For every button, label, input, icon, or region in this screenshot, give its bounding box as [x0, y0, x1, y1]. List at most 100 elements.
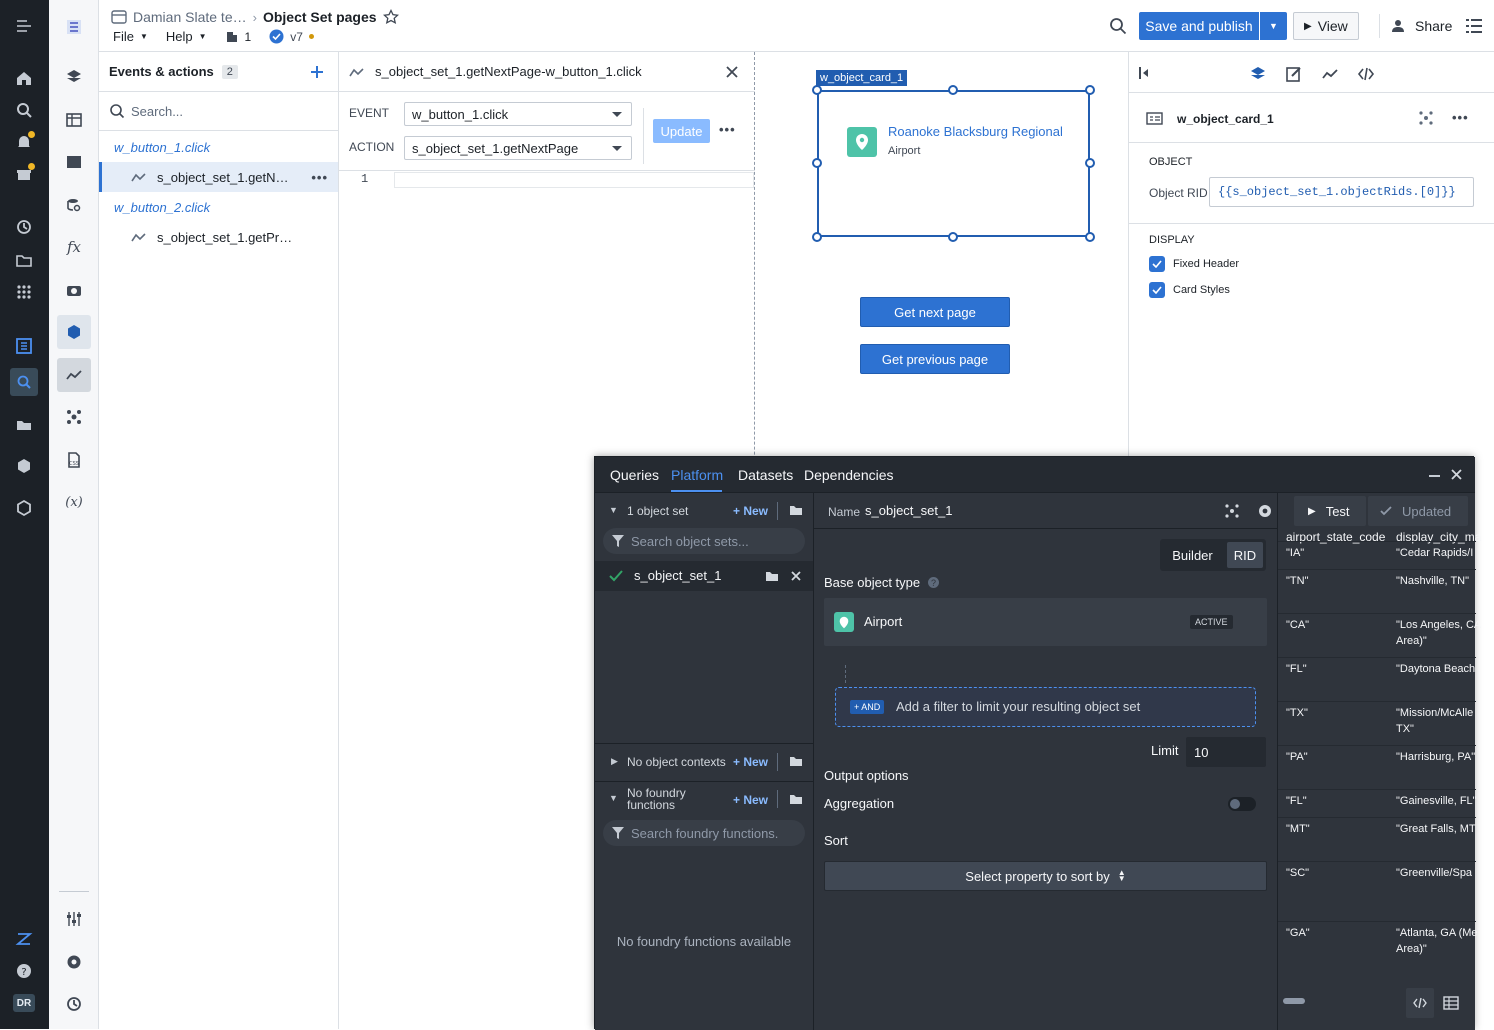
- layers-icon[interactable]: [1249, 65, 1267, 83]
- page-title[interactable]: Object Set pages: [263, 9, 377, 25]
- column-header[interactable]: airport_state_code: [1286, 529, 1385, 545]
- tab-queries[interactable]: Queries: [610, 467, 659, 483]
- widget-type-icon[interactable]: [1224, 503, 1240, 519]
- object-card-widget[interactable]: Roanoke Blacksburg Regional Airport: [817, 90, 1090, 237]
- column-header[interactable]: display_city_ma: [1396, 529, 1481, 545]
- apps-gift-icon[interactable]: [10, 160, 38, 188]
- events-icon[interactable]: [57, 358, 91, 392]
- spreadsheet-icon[interactable]: [57, 145, 91, 179]
- save-publish-button[interactable]: Save and publish: [1139, 12, 1259, 40]
- camera-icon[interactable]: [57, 273, 91, 307]
- test-button[interactable]: ▶ Test: [1294, 496, 1366, 526]
- sort-property-select[interactable]: Select property to sort by ▲ ▼: [824, 861, 1267, 891]
- resize-handle[interactable]: [812, 85, 822, 95]
- user-avatar[interactable]: DR: [13, 994, 35, 1012]
- breadcrumb-parent[interactable]: Damian Slate te…: [133, 9, 247, 25]
- new-object-set-button[interactable]: + New: [733, 504, 768, 518]
- add-event-plus-icon[interactable]: [310, 65, 324, 79]
- list-menu-icon[interactable]: [1465, 17, 1483, 35]
- card-styles-checkbox[interactable]: Card Styles: [1149, 282, 1230, 298]
- variables-icon[interactable]: (x): [57, 485, 91, 519]
- resize-handle[interactable]: [812, 232, 822, 242]
- folder-icon[interactable]: [789, 755, 803, 767]
- collapse-panel-icon[interactable]: [1139, 66, 1151, 80]
- expand-caret-icon[interactable]: ▶: [611, 756, 618, 767]
- menu-icon[interactable]: [10, 12, 38, 40]
- settings-gear-icon[interactable]: [1257, 503, 1273, 519]
- aggregation-toggle[interactable]: [1228, 797, 1256, 811]
- object-set-name-input[interactable]: s_object_set_1: [865, 503, 952, 518]
- folder-star-icon[interactable]: [10, 410, 38, 438]
- new-object-context-button[interactable]: + New: [733, 755, 768, 769]
- tab-datasets[interactable]: Datasets: [738, 467, 793, 483]
- resize-handle[interactable]: [1085, 232, 1095, 242]
- close-icon[interactable]: [726, 66, 738, 78]
- minimize-icon[interactable]: [1429, 475, 1440, 477]
- base-object-type-selector[interactable]: Airport ACTIVE: [824, 598, 1267, 646]
- widget-name[interactable]: w_object_card_1: [1177, 112, 1274, 126]
- pages-indicator[interactable]: 1: [225, 30, 251, 44]
- resize-handle[interactable]: [948, 85, 958, 95]
- folder-icon[interactable]: [789, 793, 803, 805]
- table-icon[interactable]: [57, 103, 91, 137]
- object-rid-input[interactable]: {{s_object_set_1.objectRids.[0]}}: [1209, 177, 1474, 207]
- search-functions-input[interactable]: Search foundry functions.: [603, 820, 805, 846]
- info-icon[interactable]: ?: [928, 577, 939, 588]
- builder-mode-button[interactable]: Builder: [1160, 539, 1225, 571]
- version-indicator[interactable]: v7: [269, 29, 314, 44]
- collapse-caret-icon[interactable]: ▼: [609, 505, 618, 515]
- workspace-logo-icon[interactable]: [10, 925, 38, 953]
- view-button[interactable]: ▶ View: [1293, 12, 1359, 40]
- object-set-row[interactable]: s_object_set_1: [595, 561, 813, 591]
- more-options-icon[interactable]: •••: [1452, 110, 1469, 125]
- event-group-button1[interactable]: w_button_1.click: [114, 140, 210, 155]
- event-group-button2[interactable]: w_button_2.click: [114, 200, 210, 215]
- object-explorer-icon[interactable]: [10, 368, 38, 396]
- grid-icon[interactable]: [10, 278, 38, 306]
- tab-dependencies[interactable]: Dependencies: [804, 467, 894, 483]
- add-filter-dropzone[interactable]: + AND Add a filter to limit your resulti…: [835, 687, 1256, 727]
- more-options-icon[interactable]: •••: [719, 122, 736, 137]
- notifications-icon[interactable]: [10, 128, 38, 156]
- resize-handle[interactable]: [1085, 158, 1095, 168]
- share-button[interactable]: Share: [1392, 18, 1452, 34]
- resize-handle[interactable]: [948, 232, 958, 242]
- event-action-item[interactable]: s_object_set_1.getN… •••: [99, 162, 338, 192]
- help-menu[interactable]: Help ▼: [166, 29, 207, 44]
- code-icon[interactable]: [1357, 65, 1375, 83]
- file-menu[interactable]: File ▼: [113, 29, 148, 44]
- edit-icon[interactable]: [1285, 65, 1303, 83]
- limit-input[interactable]: 10: [1186, 737, 1266, 767]
- functions-icon[interactable]: fx: [57, 230, 91, 264]
- save-options-caret-icon[interactable]: ▼: [1260, 12, 1287, 40]
- collapse-caret-icon[interactable]: ▼: [609, 793, 618, 803]
- slate-logo-icon[interactable]: [57, 10, 91, 44]
- code-view-button[interactable]: [1406, 988, 1434, 1018]
- search-icon[interactable]: [1109, 17, 1127, 35]
- code-editor[interactable]: [394, 172, 754, 188]
- widget-type-icon[interactable]: [1418, 110, 1434, 126]
- get-previous-page-button[interactable]: Get previous page: [860, 344, 1010, 374]
- css-file-icon[interactable]: CSS: [57, 443, 91, 477]
- search-object-sets-input[interactable]: Search object sets...: [603, 528, 805, 554]
- card-title[interactable]: Roanoke Blacksburg Regional: [888, 124, 1063, 139]
- tab-platform[interactable]: Platform: [671, 467, 723, 483]
- events-search[interactable]: Search...: [99, 91, 338, 131]
- rid-mode-button[interactable]: RID: [1227, 542, 1263, 568]
- cube-alt-icon[interactable]: [10, 494, 38, 522]
- widgets-icon[interactable]: [57, 400, 91, 434]
- fixed-header-checkbox[interactable]: Fixed Header: [1149, 256, 1239, 272]
- close-icon[interactable]: [1451, 469, 1462, 480]
- star-icon[interactable]: [382, 9, 399, 25]
- horizontal-scrollbar[interactable]: [1283, 998, 1305, 1004]
- sliders-icon[interactable]: [57, 902, 91, 936]
- folder-icon[interactable]: [789, 504, 803, 516]
- resize-handle[interactable]: [812, 158, 822, 168]
- database-search-icon[interactable]: [57, 188, 91, 222]
- new-function-button[interactable]: + New: [733, 793, 768, 807]
- resize-handle[interactable]: [1085, 85, 1095, 95]
- events-icon[interactable]: [1321, 65, 1339, 83]
- settings-gear-icon[interactable]: [57, 945, 91, 979]
- cube-icon[interactable]: [10, 452, 38, 480]
- event-select[interactable]: w_button_1.click: [404, 102, 632, 126]
